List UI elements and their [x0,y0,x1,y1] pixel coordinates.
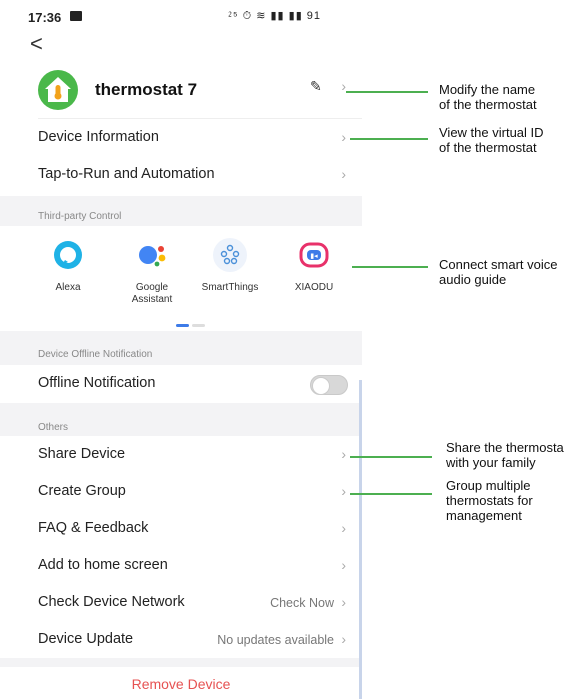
row-label: Add to home screen [38,557,168,573]
add-to-home-row[interactable]: Add to home screen › [0,547,362,584]
xiaodu-icon: ▮◂ [297,238,331,272]
pager-dot-active [176,324,189,327]
share-device-row[interactable]: Share Device › [0,436,362,473]
check-network-row[interactable]: Check Device Network Check Now › [0,584,362,621]
section-title: Others [38,422,69,433]
annotation-virtual-id: View the virtual ID of the thermostat [439,125,544,155]
smartthings-label: SmartThings [201,282,259,293]
scrollbar[interactable] [359,380,362,699]
carousel-pager [176,314,208,332]
row-label: Device Update [38,631,134,647]
annotation-voice: Connect smart voice audio guide [439,257,558,287]
faq-feedback-row[interactable]: FAQ & Feedback › [0,510,362,547]
section-title: Third-party Control [38,211,122,222]
annotation-line [350,493,432,495]
third-party-carousel: Alexa Google Assistant SmartThings ▮◂ XI… [0,226,362,331]
back-button[interactable]: < [30,31,43,57]
status-time: 17:36 [28,10,62,25]
section-title: Device Offline Notification [38,349,153,360]
row-label: FAQ & Feedback [38,520,149,536]
chevron-right-icon: › [341,594,346,610]
annotation-line [352,266,428,268]
row-label: Share Device [38,446,126,462]
device-update-row[interactable]: Device Update No updates available › [0,621,362,658]
row-value: No updates available [217,633,334,647]
status-bar: 17:36 ⁲⁵ ⏱ ≋ ▮▮ ▮▮ 91 [0,0,362,30]
google-assistant-label: Google Assistant [131,282,173,305]
notification-icon [70,11,82,21]
alexa-label: Alexa [55,282,81,293]
status-icons: ⁲⁵ ⏱ ≋ ▮▮ ▮▮ 91 [228,10,322,22]
row-label: Device Information [38,129,159,145]
row-label: Offline Notification [38,375,156,391]
annotation-line [350,138,428,140]
device-header[interactable]: thermostat 7 ✎ › [0,66,362,118]
row-label: Check Device Network [38,594,185,610]
row-label: Tap-to-Run and Automation [38,166,215,182]
annotation-name: Modify the name of the thermostat [439,82,537,112]
offline-notification-toggle[interactable] [310,375,348,395]
svg-text:▮◂: ▮◂ [310,252,318,260]
toggle-knob [312,377,330,395]
alexa-item[interactable]: Alexa [28,238,108,294]
section-others: Others [0,403,362,436]
google-assistant-item[interactable]: Google Assistant [112,238,192,306]
thermostat-house-icon [38,70,78,110]
chevron-right-icon: › [341,557,346,573]
smartthings-icon [213,238,247,272]
annotation-line [346,91,428,93]
phone-screen: 17:36 ⁲⁵ ⏱ ≋ ▮▮ ▮▮ 91 < thermostat 7 ✎ ›… [0,0,362,699]
chevron-right-icon: › [341,166,346,182]
section-third-party: Third-party Control [0,196,362,226]
alexa-icon [51,238,85,272]
pencil-icon[interactable]: ✎ [310,78,322,95]
chevron-right-icon: › [341,129,346,145]
pager-dot [192,324,205,327]
annotation-group: Group multiple thermostats for managemen… [446,478,533,523]
annotation-line [350,456,432,458]
create-group-row[interactable]: Create Group › [0,473,362,510]
annotation-share: Share the thermosta with your family [446,440,564,470]
xiaodu-item[interactable]: ▮◂ XIAODU [274,238,354,294]
chevron-right-icon: › [341,483,346,499]
row-value: Check Now [270,596,334,610]
remove-device-button[interactable]: Remove Device [0,667,362,699]
chevron-right-icon: › [341,446,346,462]
xiaodu-label: XIAODU [294,282,334,293]
google-assistant-icon [135,238,169,272]
device-name: thermostat 7 [95,80,198,99]
chevron-right-icon: › [341,631,346,647]
section-gap [0,658,362,667]
section-offline: Device Offline Notification [0,331,362,365]
offline-notification-row: Offline Notification [0,365,362,402]
smartthings-item[interactable]: SmartThings [190,238,270,294]
row-label: Create Group [38,483,126,499]
tap-to-run-row[interactable]: Tap-to-Run and Automation › [0,156,362,193]
device-information-row[interactable]: Device Information › [0,119,362,156]
chevron-right-icon: › [341,520,346,536]
remove-label: Remove Device [131,676,231,692]
